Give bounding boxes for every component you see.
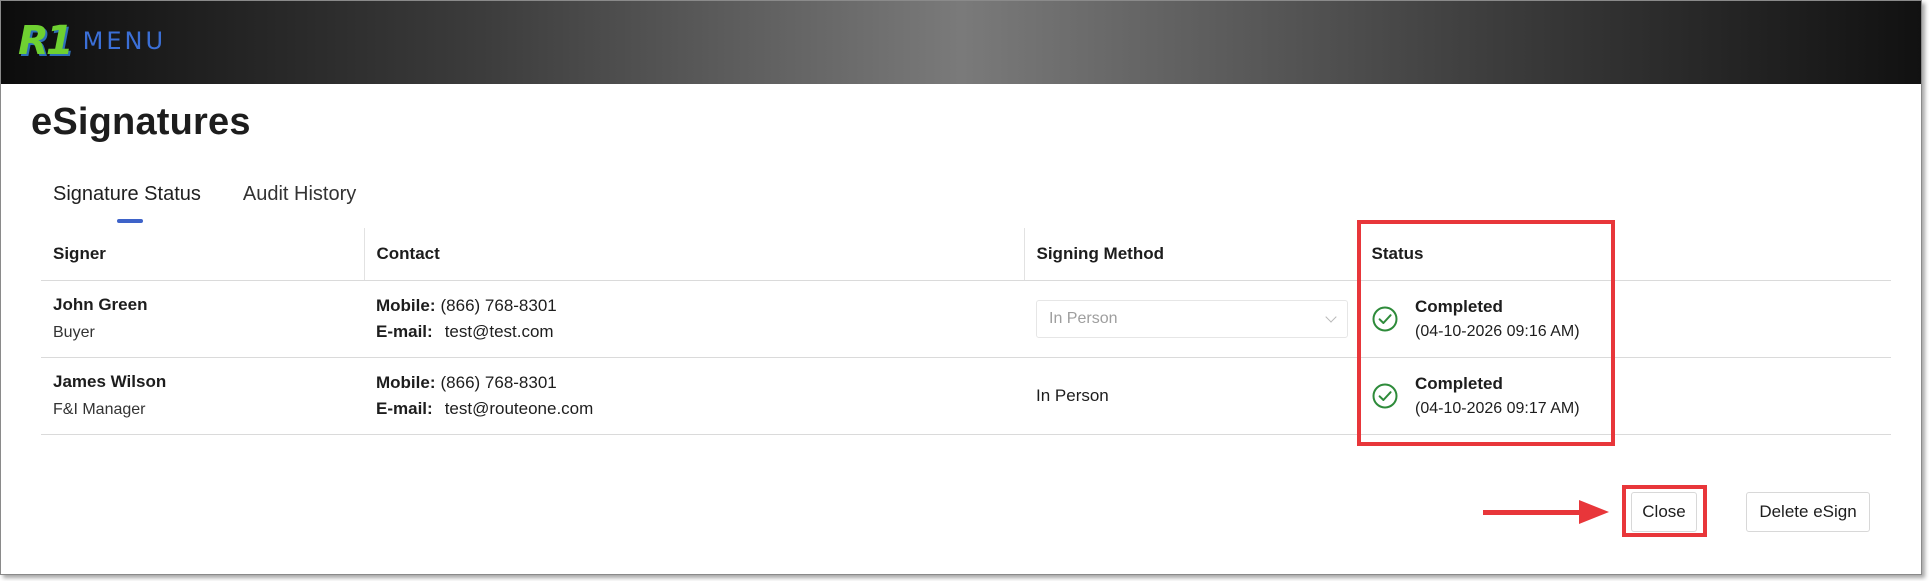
r1-menu-logo[interactable]: R1 MENU — [18, 21, 166, 61]
chevron-down-icon — [1325, 310, 1337, 323]
mobile-line: Mobile: (866) 768-8301 — [376, 293, 1024, 319]
logo-text: MENU — [82, 27, 167, 55]
mobile-label: Mobile: — [376, 295, 436, 315]
column-header-signing-method: Signing Method — [1024, 228, 1360, 281]
esignatures-dialog: R1 MENU eSignatures Signature Status Aud… — [0, 0, 1922, 575]
tab-bar: Signature Status Audit History — [53, 183, 398, 225]
email-line: E-mail: test@routeone.com — [376, 396, 1024, 422]
callout-arrow-shaft — [1483, 510, 1585, 515]
signing-method-text: In Person — [1036, 385, 1109, 405]
email-label: E-mail: — [376, 321, 433, 341]
email-value: test@test.com — [444, 321, 554, 341]
arrow-right-icon — [1579, 500, 1609, 524]
mobile-label: Mobile: — [376, 372, 436, 392]
signing-method-cell: In Person — [1024, 357, 1359, 435]
email-label: E-mail: — [376, 398, 433, 418]
top-header-bar: R1 MENU — [1, 1, 1921, 84]
signer-cell: John Green Buyer — [41, 280, 364, 358]
signing-method-cell: In Person — [1024, 280, 1359, 358]
email-value: test@routeone.com — [444, 398, 594, 418]
signer-name: James Wilson — [53, 372, 167, 391]
page-title: eSignatures — [31, 101, 251, 143]
delete-esign-button[interactable]: Delete eSign — [1746, 492, 1870, 532]
signer-role: F&I Manager — [53, 401, 146, 418]
column-header-signer: Signer — [41, 228, 365, 281]
status-highlight-box — [1357, 220, 1615, 446]
signing-method-select: In Person — [1036, 299, 1348, 338]
signer-name: John Green — [53, 295, 148, 314]
tab-signature-status[interactable]: Signature Status — [53, 183, 201, 225]
contact-cell: Mobile: (866) 768-8301 E-mail: test@routeo… — [364, 357, 1024, 435]
email-line: E-mail: test@test.com — [376, 319, 1024, 345]
column-header-contact: Contact — [364, 228, 1025, 281]
contact-cell: Mobile: (866) 768-8301 E-mail: test@test.c… — [364, 280, 1024, 358]
mobile-line: Mobile: (866) 768-8301 — [376, 370, 1024, 396]
signing-method-selected: In Person — [1049, 309, 1118, 327]
signer-cell: James Wilson F&I Manager — [41, 357, 364, 435]
logo-mark: R1 — [18, 18, 74, 64]
tab-audit-history[interactable]: Audit History — [243, 183, 356, 225]
signer-role: Buyer — [53, 324, 95, 341]
close-highlight-box — [1622, 485, 1707, 537]
mobile-value: (866) 768-8301 — [440, 295, 557, 315]
mobile-value: (866) 768-8301 — [440, 372, 557, 392]
